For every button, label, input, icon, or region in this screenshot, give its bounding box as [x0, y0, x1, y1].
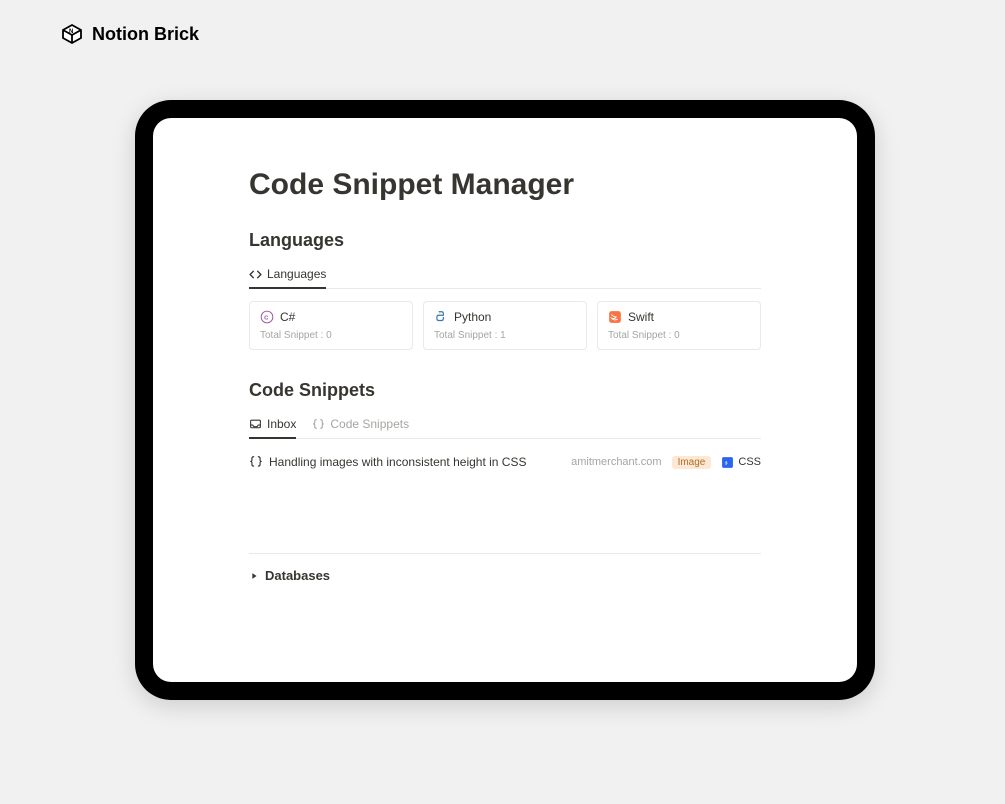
snippet-title: Handling images with inconsistent height…: [269, 455, 526, 469]
css-icon: 3: [721, 456, 734, 469]
braces-icon: [249, 455, 263, 469]
brick-icon: N: [60, 22, 84, 46]
screen: Code Snippet Manager Languages Languages…: [153, 118, 857, 682]
brand-name: Notion Brick: [92, 24, 199, 45]
snippet-tag: Image: [672, 456, 712, 469]
snippet-row[interactable]: Handling images with inconsistent height…: [249, 451, 761, 473]
tab-code-snippets[interactable]: Code Snippets: [312, 417, 409, 439]
divider: [249, 553, 761, 554]
language-cards: C C# Total Snippet : 0 Python Total Snip…: [249, 301, 761, 350]
triangle-right-icon: [249, 571, 259, 581]
languages-heading: Languages: [249, 230, 761, 251]
snippets-tabs: Inbox Code Snippets: [249, 417, 761, 439]
card-sub-swift: Total Snippet : 0: [608, 330, 750, 341]
snippet-lang: 3 CSS: [721, 456, 761, 469]
card-sub-python: Total Snippet : 1: [434, 330, 576, 341]
tab-inbox-label: Inbox: [267, 417, 296, 431]
tab-code-snippets-label: Code Snippets: [330, 417, 409, 431]
language-card-csharp[interactable]: C C# Total Snippet : 0: [249, 301, 413, 350]
languages-tabs: Languages: [249, 267, 761, 289]
brand-logo: N Notion Brick: [60, 22, 199, 46]
card-sub-csharp: Total Snippet : 0: [260, 330, 402, 341]
language-card-swift[interactable]: Swift Total Snippet : 0: [597, 301, 761, 350]
snippets-heading: Code Snippets: [249, 380, 761, 401]
card-title-python: Python: [454, 310, 491, 324]
svg-text:3: 3: [725, 460, 728, 466]
tab-languages[interactable]: Languages: [249, 267, 326, 289]
card-title-swift: Swift: [628, 310, 654, 324]
tab-inbox[interactable]: Inbox: [249, 417, 296, 439]
language-card-python[interactable]: Python Total Snippet : 1: [423, 301, 587, 350]
tab-languages-label: Languages: [267, 267, 326, 281]
databases-toggle[interactable]: Databases: [249, 568, 761, 583]
python-icon: [434, 310, 448, 324]
swift-icon: [608, 310, 622, 324]
snippet-source: amitmerchant.com: [571, 456, 661, 468]
braces-icon: [312, 418, 325, 431]
card-title-csharp: C#: [280, 310, 295, 324]
code-icon: [249, 268, 262, 281]
databases-label: Databases: [265, 568, 330, 583]
inbox-icon: [249, 418, 262, 431]
snippet-lang-label: CSS: [738, 456, 761, 468]
page-title: Code Snippet Manager: [249, 168, 761, 202]
svg-text:N: N: [69, 29, 73, 35]
tablet-frame: Code Snippet Manager Languages Languages…: [135, 100, 875, 700]
csharp-icon: C: [260, 310, 274, 324]
